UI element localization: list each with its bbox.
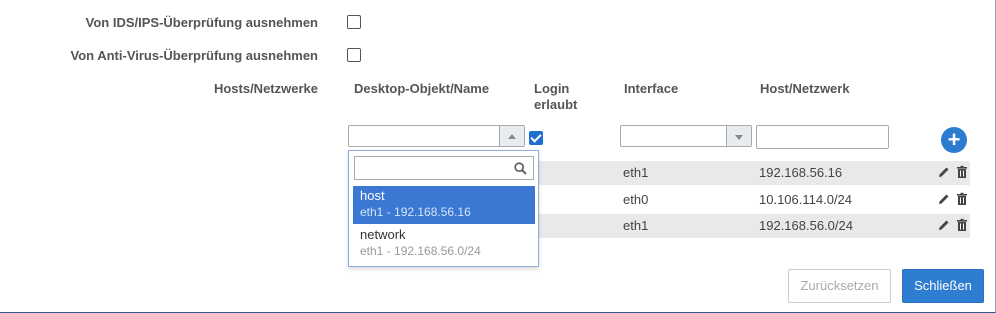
dropdown-search-input[interactable] [354, 156, 534, 180]
pencil-icon[interactable] [937, 192, 951, 206]
add-row-button[interactable]: + [941, 127, 967, 153]
interface-select[interactable] [620, 125, 752, 147]
col-header-login-line2: erlaubt [534, 97, 578, 112]
dropdown-option-host[interactable]: host eth1 - 192.168.56.16 [353, 186, 535, 224]
chevron-down-icon [735, 135, 743, 140]
pencil-icon[interactable] [937, 165, 951, 179]
object-select[interactable] [348, 125, 525, 147]
row-interface: eth0 [623, 192, 649, 207]
pencil-icon[interactable] [937, 218, 951, 232]
av-exempt-label: Von Anti-Virus-Überprüfung ausnehmen [70, 48, 319, 63]
close-button[interactable]: Schließen [902, 269, 984, 303]
option-name: network [360, 227, 406, 242]
trash-icon[interactable] [955, 165, 969, 179]
col-header-object: Desktop-Objekt/Name [354, 81, 490, 96]
row-interface: eth1 [623, 218, 649, 233]
col-header-login-line1: Login [534, 81, 570, 96]
ids-exempt-checkbox[interactable] [347, 15, 361, 29]
row-interface: eth1 [623, 165, 649, 180]
row-host: 192.168.56.16 [759, 165, 843, 180]
login-allowed-checkbox[interactable] [529, 131, 543, 145]
col-header-interface: Interface [624, 81, 679, 96]
object-select-toggle[interactable] [499, 126, 524, 146]
av-exempt-checkbox[interactable] [347, 48, 361, 62]
col-header-host: Host/Netzwerk [760, 81, 850, 96]
option-name: host [360, 188, 385, 203]
trash-icon[interactable] [955, 192, 969, 206]
host-network-input[interactable] [756, 125, 889, 149]
reset-button[interactable]: Zurücksetzen [788, 269, 891, 303]
object-dropdown: host eth1 - 192.168.56.16 network eth1 -… [348, 150, 539, 267]
hosts-networks-label: Hosts/Netzwerke [213, 81, 318, 96]
chevron-up-icon [508, 134, 516, 139]
col-header-login: Login erlaubt [534, 81, 577, 113]
option-detail: eth1 - 192.168.56.16 [360, 205, 471, 219]
row-host: 10.106.114.0/24 [759, 192, 853, 207]
dropdown-option-network[interactable]: network eth1 - 192.168.56.0/24 [353, 225, 535, 263]
search-icon [514, 162, 527, 175]
interface-select-toggle[interactable] [726, 126, 751, 146]
ids-exempt-label: Von IDS/IPS-Überprüfung ausnehmen [85, 15, 318, 30]
row-host: 192.168.56.0/24 [759, 218, 853, 233]
option-detail: eth1 - 192.168.56.0/24 [360, 244, 481, 258]
trash-icon[interactable] [955, 218, 969, 232]
